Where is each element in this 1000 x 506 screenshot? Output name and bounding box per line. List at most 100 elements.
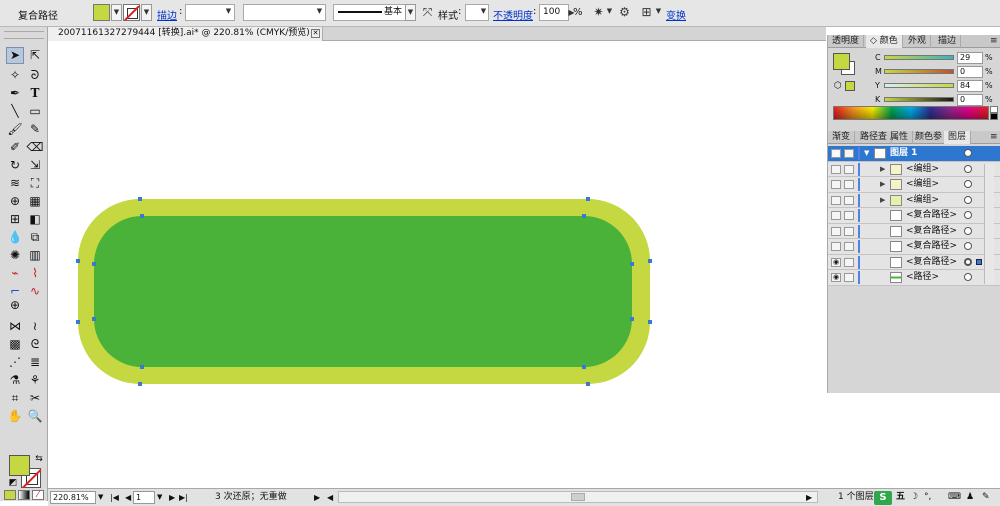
prev-page-icon[interactable]: ◀ [125,491,131,504]
twirl-tool-icon[interactable]: ᘓ [26,336,44,353]
gradient-tool-icon[interactable]: ◧ [26,211,44,228]
tab-appearance[interactable]: 外观 [904,35,932,48]
last-page-icon[interactable]: ▶| [179,491,188,504]
layers-scrollbar[interactable] [984,164,994,284]
lasso-tool-icon[interactable]: ᘐ [26,67,44,84]
color-spectrum-bar[interactable] [833,106,989,120]
scroll-right-icon[interactable]: ▶ [806,491,812,504]
layer-row-3[interactable]: ▶ <编组> [828,192,1000,208]
blob-brush-tool-icon[interactable]: ✐ [6,139,24,156]
status-menu-icon[interactable]: ▶ [314,491,320,504]
knife-tool-icon[interactable]: ✂ [26,390,44,407]
anchor-point[interactable] [648,259,652,263]
anchor-point[interactable] [586,197,590,201]
m-value-field[interactable]: 0 [957,66,983,78]
c-value-field[interactable]: 29 [957,52,983,64]
symbol-tool-icon[interactable]: ⚘ [26,372,44,389]
variable-width-dropdown[interactable]: ▼ [314,4,325,21]
warp-tool-icon[interactable]: ≀ [26,318,44,335]
halfwidth-moon-icon[interactable]: ☽ [910,491,918,504]
target-circle-icon[interactable] [964,226,972,235]
brush-dropdown-arrow[interactable]: ▼ [405,4,416,21]
m-slider[interactable] [884,69,954,74]
layer-row-5[interactable]: <复合路径> [828,223,1000,239]
anchor-point[interactable] [76,320,80,324]
lock-toggle[interactable] [844,149,854,158]
anchor-point[interactable] [630,262,634,266]
free-transform-tool-icon[interactable]: ⛶ [26,175,44,192]
stroke-link[interactable]: 描边 [157,7,177,22]
visibility-eye-icon[interactable]: ◉ [831,257,841,267]
panel-fill-swatch[interactable] [833,53,850,70]
align-dropdown[interactable]: ▼ [653,4,664,21]
anchor-point[interactable] [92,262,96,266]
bar-graph-tool-icon[interactable]: ≣ [26,354,44,371]
live-paint-bucket-tool-icon[interactable]: ⌁ [6,265,24,282]
horizontal-scrollbar[interactable] [338,491,818,503]
page-dropdown[interactable]: ▼ [157,491,162,504]
expand-triangle-icon[interactable]: ▶ [880,196,885,204]
artboard-canvas[interactable] [48,42,826,487]
anchor-point[interactable] [138,382,142,386]
pen-tool-icon[interactable]: ✒ [6,85,24,102]
layer-row-1[interactable]: ▶ <编组> [828,161,1000,177]
tab-attributes[interactable]: 属性 [886,131,914,144]
scale-tool-icon[interactable]: ⇲ [26,157,44,174]
target-circle-icon[interactable] [964,242,972,250]
live-paint-selection-tool-icon[interactable]: ⌇ [26,265,44,282]
symbol-sprayer-tool-icon[interactable]: ✺ [6,247,24,264]
graphic-style-options-icon[interactable]: ⤧ [419,4,436,21]
color-mode-icon[interactable] [4,490,16,500]
ime-mode-label[interactable]: 五 [896,491,905,504]
selection-tool-icon[interactable]: ➤ [6,47,24,64]
target-circle-icon[interactable] [964,164,972,173]
layers-menu-icon[interactable]: ≡ [986,131,1000,144]
gradient-mode-icon[interactable] [18,490,30,500]
panel-menu-icon[interactable]: ≡ [986,35,1000,48]
direct-selection-tool-icon[interactable]: ⇱ [26,47,44,64]
rotate-tool-icon[interactable]: ↻ [6,157,24,174]
user-icon[interactable]: ♟ [966,491,974,504]
brush-definition-field[interactable]: 基本 [333,4,416,21]
keyboard-icon[interactable]: ⌨ [948,491,961,504]
layer-row-7[interactable]: ◉ <复合路径> [828,254,1000,270]
anchor-point[interactable] [586,382,590,386]
anchor-point[interactable] [140,365,144,369]
y-value-field[interactable]: 84 [957,80,983,92]
opacity-link[interactable]: 不透明度 [493,7,533,22]
mesh-tool-icon[interactable]: ⊞ [6,211,24,228]
anchor-point[interactable] [138,197,142,201]
inner-rounded-rect[interactable] [94,216,632,367]
rectangle-tool-icon[interactable]: ▭ [26,103,44,120]
swap-fill-stroke-icon[interactable]: ⇆ [30,451,48,468]
anchor-point[interactable] [630,317,634,321]
style-dropdown[interactable]: ▼ [478,4,489,21]
column-graph-tool-icon[interactable]: ▥ [26,247,44,264]
paintbrush-tool-icon[interactable]: 🖌 [6,121,24,138]
next-page-icon[interactable]: ▶ [169,491,175,504]
expand-triangle-icon[interactable]: ▶ [880,180,885,188]
zoom-field[interactable]: 220.81% [50,491,96,504]
k-slider[interactable] [884,97,954,102]
fill-dropdown-arrow[interactable]: ▼ [111,4,122,21]
blend-tool-icon[interactable]: ⧉ [26,229,44,246]
type-tool-icon[interactable]: T [26,85,44,102]
fill-color-swatch[interactable] [93,4,110,21]
target-circle-icon[interactable] [964,211,972,219]
eyedropper-tool-icon[interactable]: 💧 [6,229,24,246]
stroke-dropdown-arrow[interactable]: ▼ [141,4,152,21]
layer-row-6[interactable]: <复合路径> [828,239,1000,255]
target-circle-icon[interactable] [964,149,972,157]
width-tool-icon[interactable]: ≋ [6,175,24,192]
document-setup-icon[interactable]: ⚙ [616,4,633,21]
mesh-grid-tool-icon[interactable]: ▩ [6,336,24,353]
fill-color-box[interactable] [9,455,30,476]
shape-builder-tool-icon[interactable]: ⊕ [6,193,24,210]
first-page-icon[interactable]: |◀ [110,491,119,504]
layer-row-2[interactable]: ▶ <编组> [828,177,1000,193]
zoom-dropdown[interactable]: ▼ [98,491,103,504]
stroke-weight-dropdown[interactable]: ▼ [223,4,234,21]
tab-transparency[interactable]: 透明度 [828,35,865,48]
visibility-eye-icon[interactable]: ◉ [831,149,841,158]
anchor-point[interactable] [582,365,586,369]
